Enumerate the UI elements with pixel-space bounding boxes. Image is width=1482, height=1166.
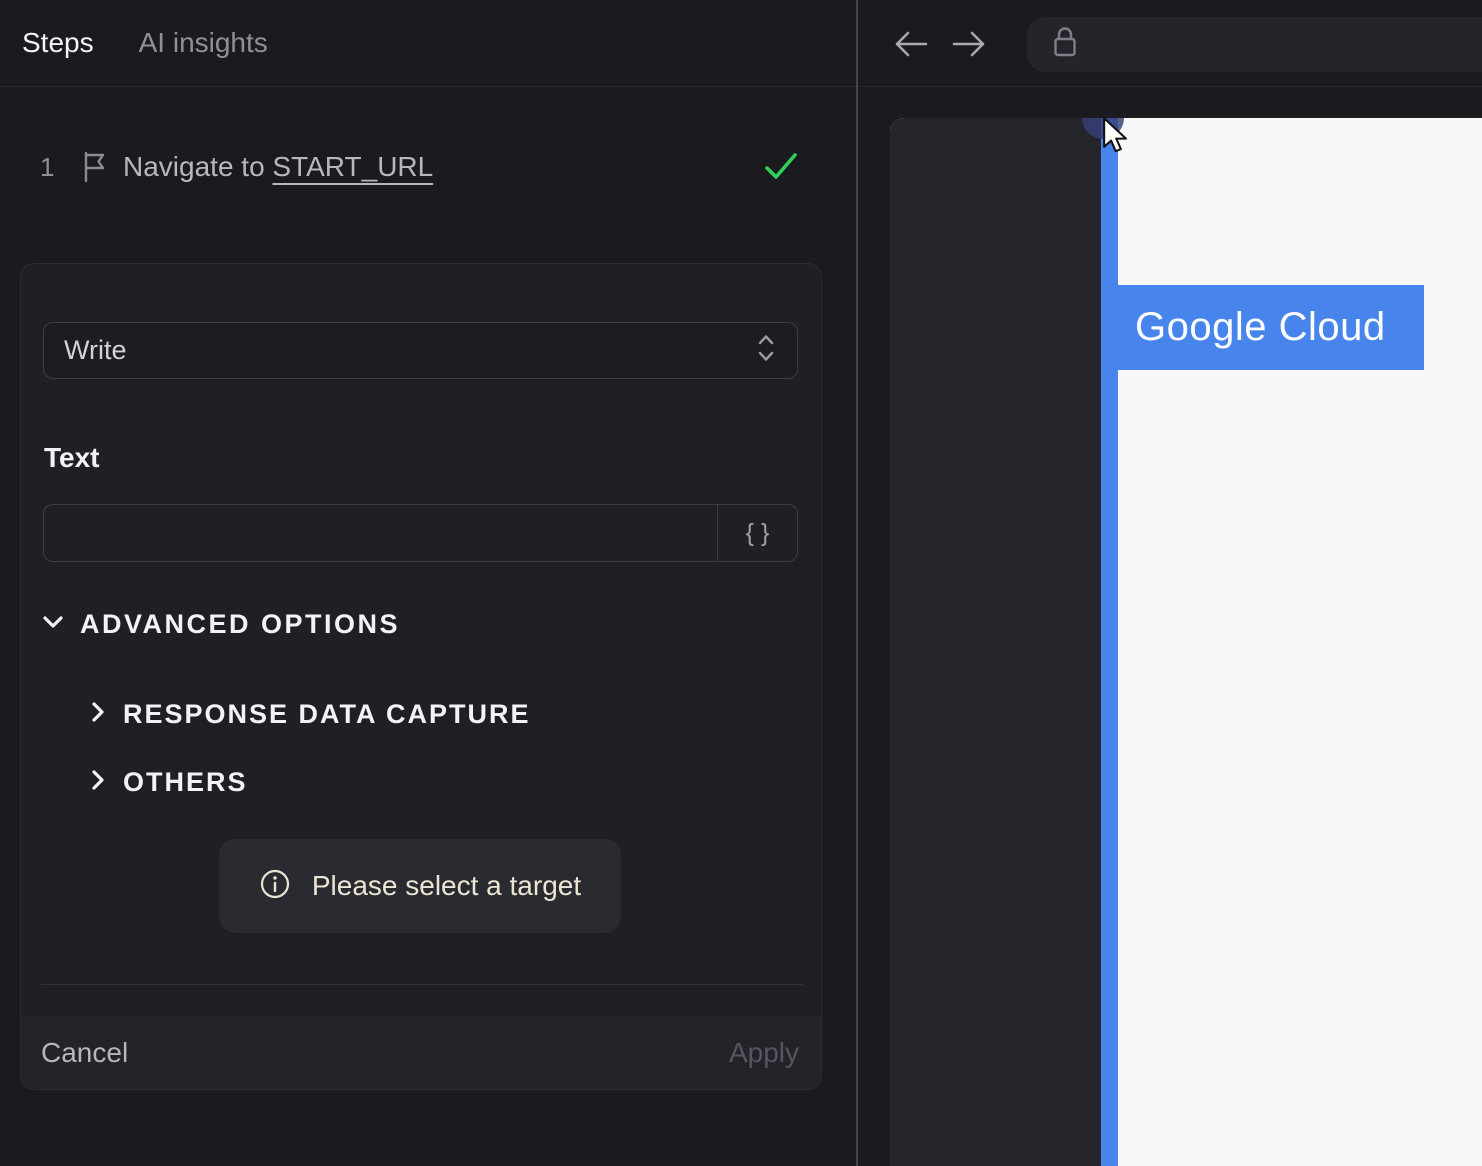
text-input[interactable] xyxy=(44,505,717,561)
footer-divider xyxy=(41,984,803,985)
response-data-capture-label: RESPONSE DATA CAPTURE xyxy=(123,699,531,729)
action-type-value: Write xyxy=(64,335,127,365)
check-icon xyxy=(763,150,799,184)
step-editor-card: Write Text { } ADVANCED OPTIONS RESPONSE… xyxy=(20,263,822,1090)
highlighted-target[interactable]: Google Cloud xyxy=(1117,285,1424,370)
insert-variable-button[interactable]: { } xyxy=(717,505,797,561)
address-bar[interactable] xyxy=(1027,17,1482,72)
info-icon xyxy=(259,868,291,905)
flag-icon xyxy=(82,151,106,183)
page-preview[interactable]: Google Cloud xyxy=(890,118,1482,1166)
step-target-link[interactable]: START_URL xyxy=(272,151,433,182)
step-row[interactable]: 1 Navigate to START_URL xyxy=(40,147,816,187)
select-target-notice: Please select a target xyxy=(219,839,621,933)
advanced-options-label: ADVANCED OPTIONS xyxy=(80,609,401,639)
lock-icon xyxy=(1052,25,1078,64)
chevrons-up-down-icon xyxy=(755,333,777,368)
tab-steps[interactable]: Steps xyxy=(22,27,94,59)
back-arrow-icon[interactable] xyxy=(892,28,930,65)
panel-tabs: Steps AI insights xyxy=(0,0,856,87)
text-field-label: Text xyxy=(44,442,100,473)
tab-ai-insights[interactable]: AI insights xyxy=(139,27,268,59)
highlight-stripe xyxy=(1101,118,1118,1166)
cursor-icon xyxy=(1100,117,1134,158)
text-input-group: { } xyxy=(43,504,798,562)
app-root: Steps AI insights 1 Navigate to START_UR… xyxy=(0,0,1482,1166)
steps-panel: Steps AI insights 1 Navigate to START_UR… xyxy=(0,0,856,1166)
apply-button[interactable]: Apply xyxy=(729,1037,799,1069)
chevron-down-icon xyxy=(42,615,64,634)
forward-arrow-icon[interactable] xyxy=(950,28,988,65)
others-label: OTHERS xyxy=(123,767,248,797)
editor-footer: Cancel Apply xyxy=(21,1016,821,1089)
others-toggle[interactable]: OTHERS xyxy=(91,767,248,798)
chevron-right-icon xyxy=(91,768,105,797)
highlighted-target-text: Google Cloud xyxy=(1135,305,1386,349)
action-type-select[interactable]: Write xyxy=(43,322,798,379)
response-data-capture-toggle[interactable]: RESPONSE DATA CAPTURE xyxy=(91,699,531,730)
advanced-options-toggle[interactable]: ADVANCED OPTIONS xyxy=(42,609,400,640)
browser-chrome xyxy=(858,0,1482,87)
step-label: Navigate to START_URL xyxy=(123,151,434,182)
step-number: 1 xyxy=(40,151,55,182)
chevron-right-icon xyxy=(91,700,105,729)
preview-dark-sidebar xyxy=(890,118,1101,1166)
browser-panel: Google Cloud xyxy=(858,0,1482,1166)
select-target-notice-text: Please select a target xyxy=(311,870,582,901)
cancel-button[interactable]: Cancel xyxy=(41,1037,128,1069)
